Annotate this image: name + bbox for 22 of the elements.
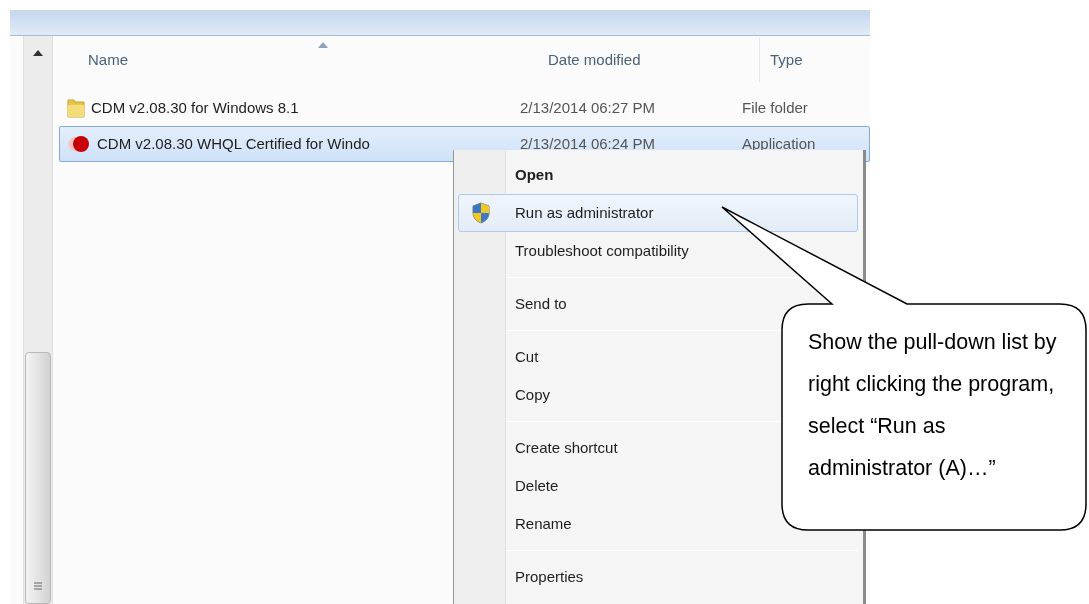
file-row[interactable]: CDM v2.08.30 for Windows 8.1 2/13/2014 06:27 PM File folder	[59, 90, 870, 126]
column-header[interactable]: Name	[88, 38, 548, 82]
type-cell-text: File folder	[741, 97, 808, 118]
scroll-up-arrow-icon[interactable]	[33, 50, 43, 56]
sort-up-arrow-icon	[318, 42, 328, 48]
file-name: CDM v2.08.30 for Windows 8.1	[91, 97, 299, 118]
type-cell-text: Application	[741, 133, 816, 154]
scrollbar[interactable]	[23, 36, 53, 604]
file-name: CDM v2.08.30 WHQL Certified for Windo	[97, 133, 370, 154]
menu-item[interactable]: Run as administrator	[458, 194, 858, 232]
column-header[interactable]: Date modified	[548, 38, 760, 82]
application-icon	[67, 134, 91, 154]
menu-item[interactable]: Properties	[458, 558, 858, 596]
column-header[interactable]: Type	[760, 38, 860, 82]
scrollbar-thumb[interactable]	[25, 352, 51, 604]
folder-icon	[67, 98, 85, 118]
shield-icon	[471, 202, 491, 224]
date-cell-text: 2/13/2014 06:24 PM	[520, 133, 657, 154]
callout-text: Show the pull-down list by right clicking the program, select “Run as administrator (A)…”	[808, 329, 1058, 482]
menu-item[interactable]: Troubleshoot compatibility	[458, 232, 858, 270]
grip-icon	[33, 581, 43, 591]
date-cell-text: 2/13/2014 06:27 PM	[520, 97, 657, 118]
